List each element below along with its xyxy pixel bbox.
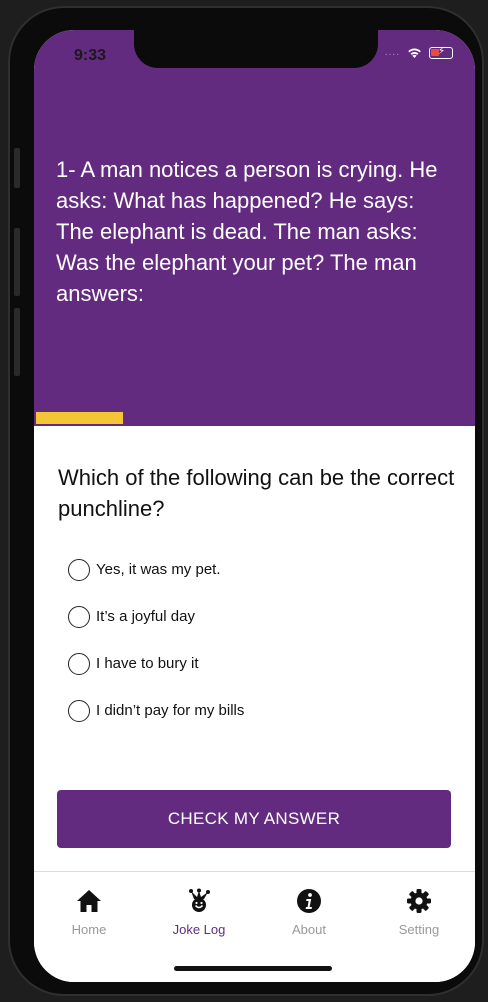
mute-switch (14, 148, 20, 188)
progress-bar-fill (36, 412, 124, 424)
progress-bar (36, 412, 473, 424)
home-indicator[interactable] (174, 966, 332, 971)
answer-option-label: Yes, it was my pet. (96, 561, 221, 578)
battery-icon: ⚡ (429, 45, 453, 59)
answer-option-label: It’s a joyful day (96, 608, 195, 625)
jester-icon (189, 888, 210, 912)
answer-option[interactable]: It’s a joyful day (68, 593, 448, 640)
joke-header: 9:33 .... ⚡ 1- A man notices a person is… (34, 30, 475, 426)
wifi-icon (408, 48, 421, 58)
answer-option-label: I have to bury it (96, 655, 199, 672)
charging-bolt-icon: ⚡ (438, 45, 446, 57)
tab-joke-log[interactable]: Joke Log (154, 888, 244, 937)
tab-setting[interactable]: Setting (374, 888, 464, 937)
radio-button[interactable] (68, 699, 90, 722)
info-icon (297, 889, 321, 913)
volume-down-button (14, 308, 20, 376)
radio-button[interactable] (68, 652, 90, 675)
answer-options: Yes, it was my pet. It’s a joyful day I … (68, 546, 448, 734)
answer-option[interactable]: Yes, it was my pet. (68, 546, 448, 593)
notch (134, 30, 378, 68)
answer-option-label: I didn’t pay for my bills (96, 702, 245, 719)
radio-button[interactable] (68, 558, 90, 581)
tab-home[interactable]: Home (44, 888, 134, 937)
status-time: 9:33 (74, 47, 107, 64)
tab-label: Home (71, 922, 107, 937)
radio-button[interactable] (68, 605, 90, 628)
joke-setup-text: 1- A man notices a person is crying. He … (56, 157, 438, 306)
volume-up-button (14, 228, 20, 296)
app-screen: 9:33 .... ⚡ 1- A man notices a person is… (34, 30, 475, 982)
answer-option[interactable]: I have to bury it (68, 640, 448, 687)
tab-label: About (292, 922, 326, 937)
status-indicators: .... ⚡ (385, 46, 453, 59)
tab-label: Joke Log (172, 922, 226, 937)
tab-about[interactable]: About (264, 888, 354, 937)
question-prompt: Which of the following can be the correc… (58, 465, 455, 521)
gear-icon (407, 889, 431, 913)
answer-option[interactable]: I didn’t pay for my bills (68, 687, 448, 734)
check-answer-button[interactable]: CHECK MY ANSWER (57, 790, 451, 848)
signal-dots: .... (384, 47, 400, 58)
tab-label: Setting (398, 922, 440, 937)
home-icon (77, 890, 101, 912)
